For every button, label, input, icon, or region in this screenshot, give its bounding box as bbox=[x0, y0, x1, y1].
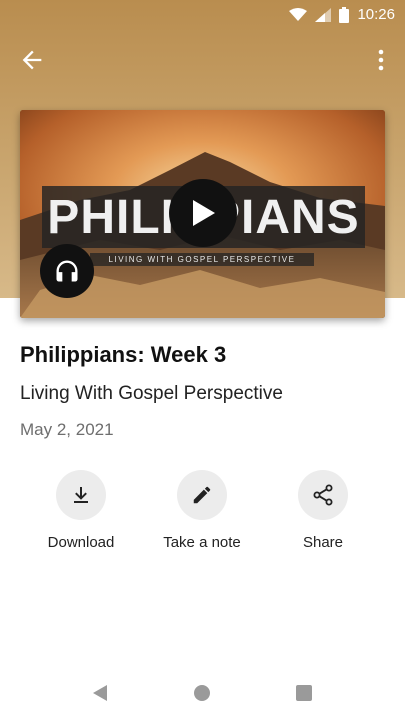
audio-button[interactable] bbox=[40, 244, 94, 298]
artwork-subtitle: LIVING WITH GOSPEL PERSPECTIVE bbox=[90, 253, 314, 266]
system-nav-bar bbox=[0, 672, 405, 720]
nav-back-icon[interactable] bbox=[92, 684, 108, 702]
back-button[interactable] bbox=[18, 46, 46, 74]
headphones-icon bbox=[56, 260, 78, 282]
download-label: Download bbox=[47, 534, 115, 551]
share-label: Share bbox=[302, 534, 344, 551]
signal-icon bbox=[315, 7, 332, 22]
take-note-circle[interactable] bbox=[177, 470, 227, 520]
play-icon bbox=[193, 200, 215, 226]
take-note-label: Take a note bbox=[163, 534, 241, 551]
battery-icon bbox=[339, 6, 350, 23]
share-circle[interactable] bbox=[298, 470, 348, 520]
sermon-artwork[interactable]: PHILIPPIANS LIVING WITH GOSPEL PERSPECTI… bbox=[20, 110, 385, 318]
more-options-button[interactable] bbox=[373, 46, 389, 74]
top-app-bar bbox=[0, 36, 405, 82]
sermon-date: May 2, 2021 bbox=[20, 420, 114, 439]
wifi-icon bbox=[289, 7, 308, 21]
download-button[interactable]: Download bbox=[16, 470, 146, 551]
more-vert-icon bbox=[378, 49, 384, 71]
download-circle[interactable] bbox=[56, 470, 106, 520]
status-time: 10:26 bbox=[357, 6, 395, 23]
status-bar: 10:26 bbox=[0, 0, 405, 30]
sermon-title: Philippians: Week 3 bbox=[20, 342, 227, 367]
take-note-button[interactable]: Take a note bbox=[137, 470, 267, 551]
play-button[interactable] bbox=[169, 179, 237, 247]
arrow-left-icon bbox=[22, 50, 42, 70]
sermon-subtitle: Living With Gospel Perspective bbox=[20, 383, 283, 404]
nav-home-icon[interactable] bbox=[194, 685, 210, 701]
share-icon bbox=[313, 484, 333, 506]
share-button[interactable]: Share bbox=[258, 470, 388, 551]
download-icon bbox=[74, 487, 88, 503]
action-row: Download Take a note Share bbox=[0, 470, 405, 560]
pencil-icon bbox=[193, 486, 211, 504]
nav-recents-icon[interactable] bbox=[296, 685, 312, 701]
